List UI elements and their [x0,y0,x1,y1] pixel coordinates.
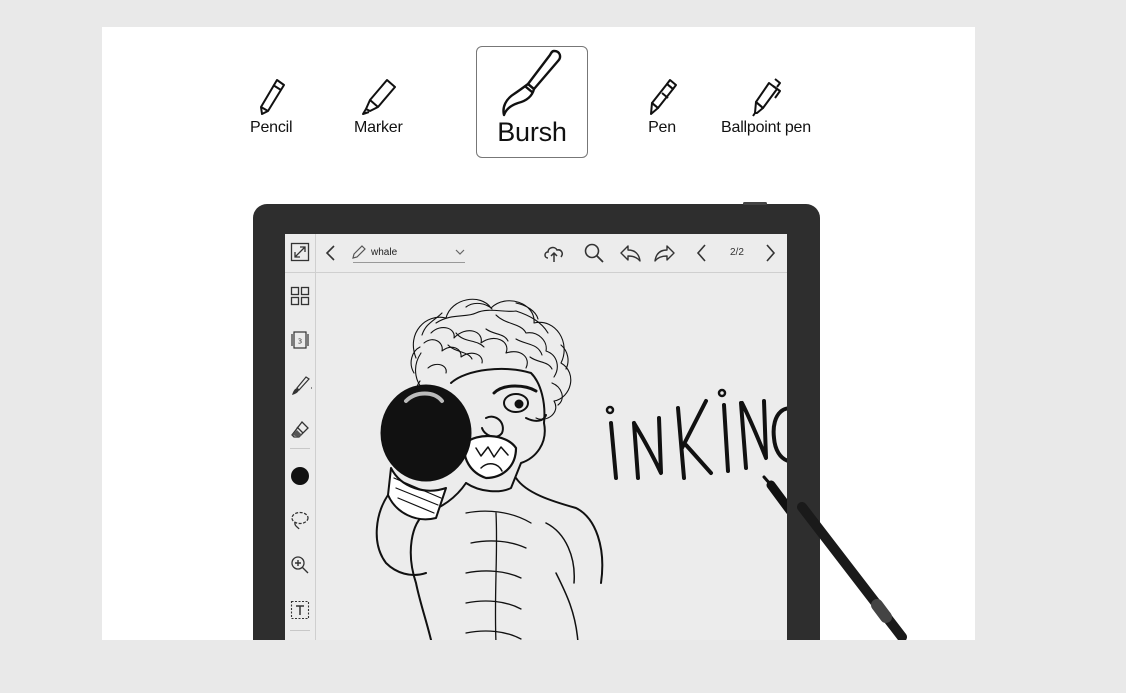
pen-icon [650,79,677,115]
name-underline [353,262,465,263]
power-button [743,202,767,205]
inking-lettering [605,388,787,480]
cloud-sync-icon[interactable] [542,242,566,264]
brush-icon[interactable] [290,375,312,397]
page-number-icon[interactable]: 3 [289,330,311,350]
note-sidebar: 3 [285,234,316,640]
tool-label: Pen [648,119,676,136]
ballpoint-pen-icon [752,78,781,117]
pencil-icon [260,79,286,115]
search-icon[interactable] [583,242,605,264]
brush-icon [502,49,562,117]
undo-icon[interactable] [618,242,642,264]
lasso-icon[interactable] [290,510,310,530]
tool-pen[interactable]: Pen [645,77,679,137]
tool-marker[interactable]: Marker [354,77,403,137]
stylus-body [797,502,907,640]
prev-page-icon[interactable] [694,243,710,263]
text-icon[interactable] [290,600,310,620]
grid-icon[interactable] [290,286,310,306]
product-card: Pencil Marker Bursh Pen Ballpoint pen wh… [102,27,975,640]
tool-ballpoint-pen[interactable]: Ballpoint pen [716,77,816,137]
page-indicator: 2/2 [730,247,744,258]
next-page-icon[interactable] [762,243,778,263]
drawing-canvas[interactable] [316,273,787,640]
color-dot-icon[interactable] [290,466,310,486]
dropdown-icon[interactable] [455,248,465,256]
expand-icon[interactable] [290,242,310,262]
note-toolbar: whale 2/2 [285,234,787,273]
e-ink-tablet: whale 2/2 3 [253,202,820,640]
boxer-illustration [375,298,604,640]
back-icon[interactable] [321,243,341,263]
tablet-screen: whale 2/2 3 [285,234,787,640]
zoom-icon[interactable] [290,555,310,575]
tool-pencil[interactable]: Pencil [250,77,293,137]
svg-text:3: 3 [298,338,302,346]
tool-label: Ballpoint pen [721,119,811,136]
sidebar-divider [290,448,310,449]
sidebar-divider [290,630,310,631]
marker-icon [362,79,397,115]
tool-label: Marker [354,119,403,136]
redo-icon[interactable] [653,242,677,264]
tool-brush[interactable]: Bursh [476,46,588,158]
eraser-icon[interactable] [290,420,310,440]
tool-label: Bursh [497,117,567,147]
pencil-icon [352,245,366,259]
tool-label: Pencil [250,119,293,136]
document-name[interactable]: whale [371,247,397,258]
